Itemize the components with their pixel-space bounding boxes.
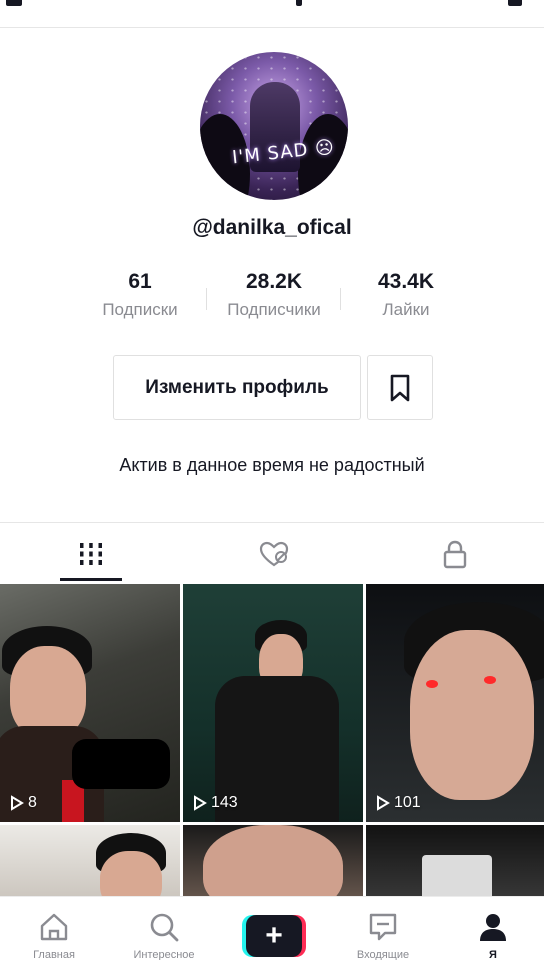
create-button[interactable]: + bbox=[242, 915, 306, 957]
thumb-shape bbox=[10, 646, 86, 738]
edit-profile-button[interactable]: Изменить профиль bbox=[113, 355, 361, 420]
video-thumbnail[interactable] bbox=[183, 825, 363, 904]
stat-value: 61 bbox=[128, 270, 152, 293]
play-icon bbox=[377, 795, 390, 811]
thumb-shape bbox=[426, 680, 438, 688]
tab-private[interactable] bbox=[395, 523, 515, 585]
stat-likes[interactable]: 43.4K Лайки bbox=[356, 268, 456, 324]
search-icon bbox=[150, 913, 179, 942]
grid-icon bbox=[80, 543, 102, 565]
video-thumbnail[interactable] bbox=[366, 825, 544, 904]
nav-inbox[interactable]: Входящие bbox=[333, 897, 433, 960]
view-count-value: 143 bbox=[211, 794, 238, 811]
video-thumbnail[interactable]: 143 bbox=[183, 584, 363, 822]
stat-followers[interactable]: 28.2K Подписчики bbox=[210, 268, 338, 324]
nav-label: Главная bbox=[33, 949, 75, 960]
bio: Актив в данное время не радостный bbox=[119, 455, 425, 475]
tab-videos[interactable] bbox=[31, 523, 151, 585]
inbox-icon bbox=[369, 913, 397, 941]
stat-value: 43.4K bbox=[377, 270, 435, 293]
divider bbox=[340, 288, 341, 310]
view-count-value: 8 bbox=[28, 794, 37, 811]
avatar[interactable]: I'M SAD ☹ bbox=[200, 52, 348, 200]
active-tab-indicator bbox=[60, 578, 122, 581]
tab-liked[interactable] bbox=[214, 523, 334, 585]
view-count: 101 bbox=[376, 794, 421, 812]
divider bbox=[206, 288, 207, 310]
plus-icon: + bbox=[246, 915, 302, 957]
stat-following[interactable]: 61 Подписки bbox=[90, 268, 190, 324]
bookmark-icon bbox=[390, 374, 410, 401]
nav-label: Я bbox=[489, 949, 497, 960]
nav-label: Интересное bbox=[133, 949, 195, 960]
status-glyph bbox=[508, 0, 522, 6]
liked-heart-icon bbox=[259, 541, 289, 567]
thumb-shape bbox=[203, 825, 343, 904]
lock-icon bbox=[443, 540, 467, 569]
thumb-shape bbox=[484, 676, 496, 684]
bookmark-button[interactable] bbox=[367, 355, 433, 420]
nav-label: Входящие bbox=[356, 949, 410, 960]
nav-me[interactable]: Я bbox=[443, 897, 543, 960]
video-thumbnail[interactable]: 8 bbox=[0, 584, 180, 822]
profile-icon bbox=[480, 914, 506, 941]
thumb-shape bbox=[410, 630, 534, 800]
view-count: 143 bbox=[193, 794, 238, 812]
play-icon bbox=[11, 795, 24, 811]
video-grid: 8 143 101 bbox=[0, 584, 544, 904]
status-glyph bbox=[296, 0, 302, 6]
home-icon bbox=[40, 913, 68, 941]
view-count: 8 bbox=[10, 794, 37, 812]
censor-box bbox=[72, 739, 170, 789]
stat-value: 28.2K bbox=[245, 270, 303, 293]
view-count-value: 101 bbox=[394, 794, 421, 811]
video-thumbnail[interactable] bbox=[0, 825, 180, 904]
top-bar bbox=[0, 0, 544, 28]
stat-label: Подписки bbox=[102, 300, 178, 319]
stat-label: Лайки bbox=[382, 300, 430, 319]
play-icon bbox=[194, 795, 207, 811]
video-thumbnail[interactable]: 101 bbox=[366, 584, 544, 822]
stat-label: Подписчики bbox=[227, 300, 321, 319]
profile-tabs bbox=[0, 522, 544, 584]
nav-discover[interactable]: Интересное bbox=[114, 897, 214, 960]
username: @danilka_ofical bbox=[192, 216, 352, 239]
status-glyph bbox=[6, 0, 22, 6]
nav-home[interactable]: Главная bbox=[4, 897, 104, 960]
